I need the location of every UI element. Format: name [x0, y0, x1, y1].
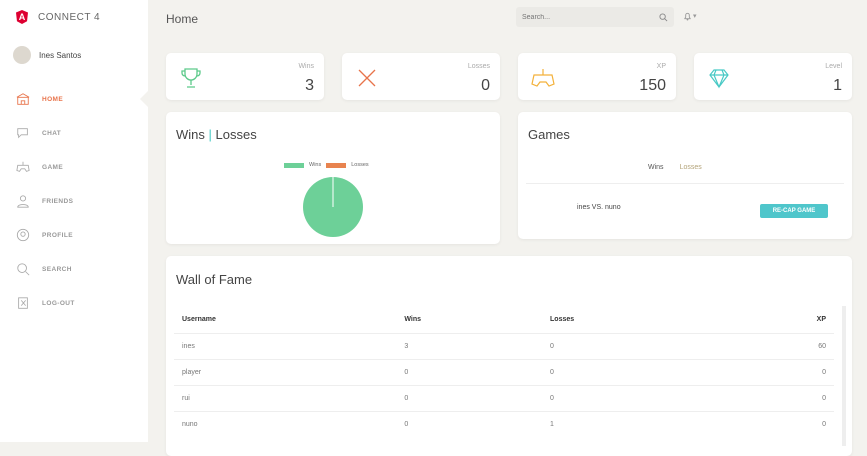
search-icon[interactable] — [659, 12, 668, 22]
home-icon — [16, 93, 30, 105]
gamepad-icon — [531, 69, 555, 87]
table-cell: 0 — [542, 384, 721, 411]
trophy-icon — [181, 68, 201, 88]
table-cell: rui — [174, 384, 397, 411]
legend-swatch — [326, 162, 347, 168]
stat-card-level: Level 1 — [694, 53, 852, 100]
column-header[interactable]: Username — [174, 307, 396, 333]
games-panel: Games Wins Losses ines VS. nuno RE-CAP GA… — [518, 112, 852, 239]
sidebar-item-profile[interactable]: PROFILE — [0, 218, 148, 252]
gamepad-icon — [16, 161, 30, 172]
tab-losses[interactable]: Losses — [680, 164, 702, 171]
logout-icon — [18, 297, 28, 309]
stat-card-losses: Losses 0 — [342, 53, 500, 100]
sidebar-item-friends[interactable]: FRIENDS — [0, 184, 148, 218]
stat-label: Losses — [467, 63, 490, 70]
stat-value: 150 — [639, 77, 666, 94]
sidebar-item-label: PROFILE — [42, 231, 73, 239]
diamond-icon — [709, 69, 729, 89]
sidebar-item-log-out[interactable]: LOG-OUT — [0, 286, 148, 320]
sidebar-item-label: LOG-OUT — [42, 299, 75, 307]
user-info[interactable]: Ines Santos — [0, 34, 148, 76]
table-cell: 0 — [396, 358, 543, 385]
table-cell: 0 — [542, 358, 721, 385]
recap-game-button[interactable]: RE-CAP GAME — [760, 204, 828, 218]
sidebar-nav: HOME CHAT GAME FRIENDS PROFILE SEARCH LOG-OUT — [0, 82, 149, 320]
notifications-button[interactable]: ▾ — [683, 11, 697, 21]
page-title: Home — [166, 12, 199, 26]
brand[interactable]: A CONNECT 4 — [0, 0, 148, 34]
sidebar-item-label: GAME — [42, 163, 64, 171]
table-row[interactable]: ines 3 0 60 — [174, 332, 834, 359]
search-box[interactable] — [516, 7, 674, 27]
column-header[interactable]: Wins — [396, 307, 542, 333]
wins-losses-panel: Wins | Losses Wins Losses — [166, 112, 500, 244]
column-header[interactable]: XP — [721, 307, 834, 333]
avatar — [13, 46, 31, 64]
chevron-down-icon: ▾ — [693, 13, 697, 20]
sidebar-item-label: CHAT — [42, 129, 62, 137]
legend-label[interactable]: Wins — [309, 162, 321, 168]
stat-card-wins: Wins 3 — [166, 53, 324, 100]
sidebar-item-home[interactable]: HOME — [0, 82, 149, 116]
stat-value: 1 — [833, 77, 842, 94]
table-row[interactable]: nuno 0 1 0 — [174, 410, 834, 437]
stat-card-xp: XP 150 — [518, 53, 676, 100]
app-title: CONNECT 4 — [38, 11, 101, 23]
table-cell: ines — [174, 332, 397, 359]
sidebar-item-label: FRIENDS — [42, 197, 74, 205]
leaderboard-table: Username Wins Losses XP ines 3 0 60 player 0 0 0 rui… — [174, 307, 834, 437]
sidebar-item-game[interactable]: GAME — [0, 150, 148, 184]
match-label: ines VS. nuno — [577, 204, 621, 211]
legend-swatch — [284, 162, 304, 168]
header: Home — [148, 0, 867, 38]
sidebar-item-label: SEARCH — [42, 265, 72, 273]
table-cell: player — [174, 358, 397, 385]
table-cell: 0 — [542, 332, 721, 359]
bell-icon — [684, 12, 691, 21]
sidebar-item-label: HOME — [42, 95, 64, 103]
table-cell: 60 — [720, 332, 834, 359]
sidebar-item-search[interactable]: SEARCH — [0, 252, 148, 286]
table-cell: 0 — [720, 384, 834, 411]
legend-label[interactable]: Losses — [351, 162, 368, 168]
table-cell: nuno — [174, 410, 397, 437]
angular-logo-icon: A — [16, 10, 28, 24]
search-input[interactable] — [522, 13, 632, 21]
table-cell: 0 — [720, 358, 834, 385]
user-icon — [17, 195, 29, 208]
stat-label: XP — [656, 63, 666, 70]
wall-title: Wall of Fame — [176, 272, 253, 287]
chat-icon — [17, 128, 28, 139]
scrollbar[interactable] — [842, 306, 846, 446]
pie-chart — [303, 177, 363, 237]
table-cell: 1 — [542, 410, 721, 437]
wall-of-fame-panel: Wall of Fame Username Wins Losses XP ines 3 0 6… — [166, 256, 852, 456]
column-header[interactable]: Losses — [542, 307, 721, 333]
user-name: Ines Santos — [39, 50, 82, 60]
table-cell: 0 — [396, 410, 543, 437]
games-title: Games — [528, 127, 570, 142]
table-row[interactable]: rui 0 0 0 — [174, 384, 834, 411]
table-row[interactable]: player 0 0 0 — [174, 358, 834, 385]
title-losses: Losses — [215, 127, 257, 142]
table-cell: 0 — [720, 410, 834, 437]
sidebar-item-chat[interactable]: CHAT — [0, 116, 148, 150]
sidebar: A CONNECT 4 Ines Santos HOME CHAT GAME FRIE… — [0, 0, 149, 442]
stat-value: 3 — [305, 77, 314, 94]
search-icon — [17, 263, 30, 276]
table-cell: 3 — [396, 332, 543, 359]
stat-label: Level — [825, 63, 842, 70]
stat-label: Wins — [298, 63, 314, 70]
x-icon — [358, 69, 376, 87]
stat-value: 0 — [481, 77, 490, 94]
profile-icon — [16, 228, 30, 242]
chart-legend: Wins Losses — [284, 162, 369, 168]
table-cell: 0 — [396, 384, 543, 411]
title-separator: | — [208, 127, 212, 142]
tab-wins[interactable]: Wins — [648, 164, 664, 171]
panel-title: Wins | Losses — [176, 127, 257, 142]
divider — [526, 183, 844, 184]
title-wins: Wins — [176, 127, 205, 142]
